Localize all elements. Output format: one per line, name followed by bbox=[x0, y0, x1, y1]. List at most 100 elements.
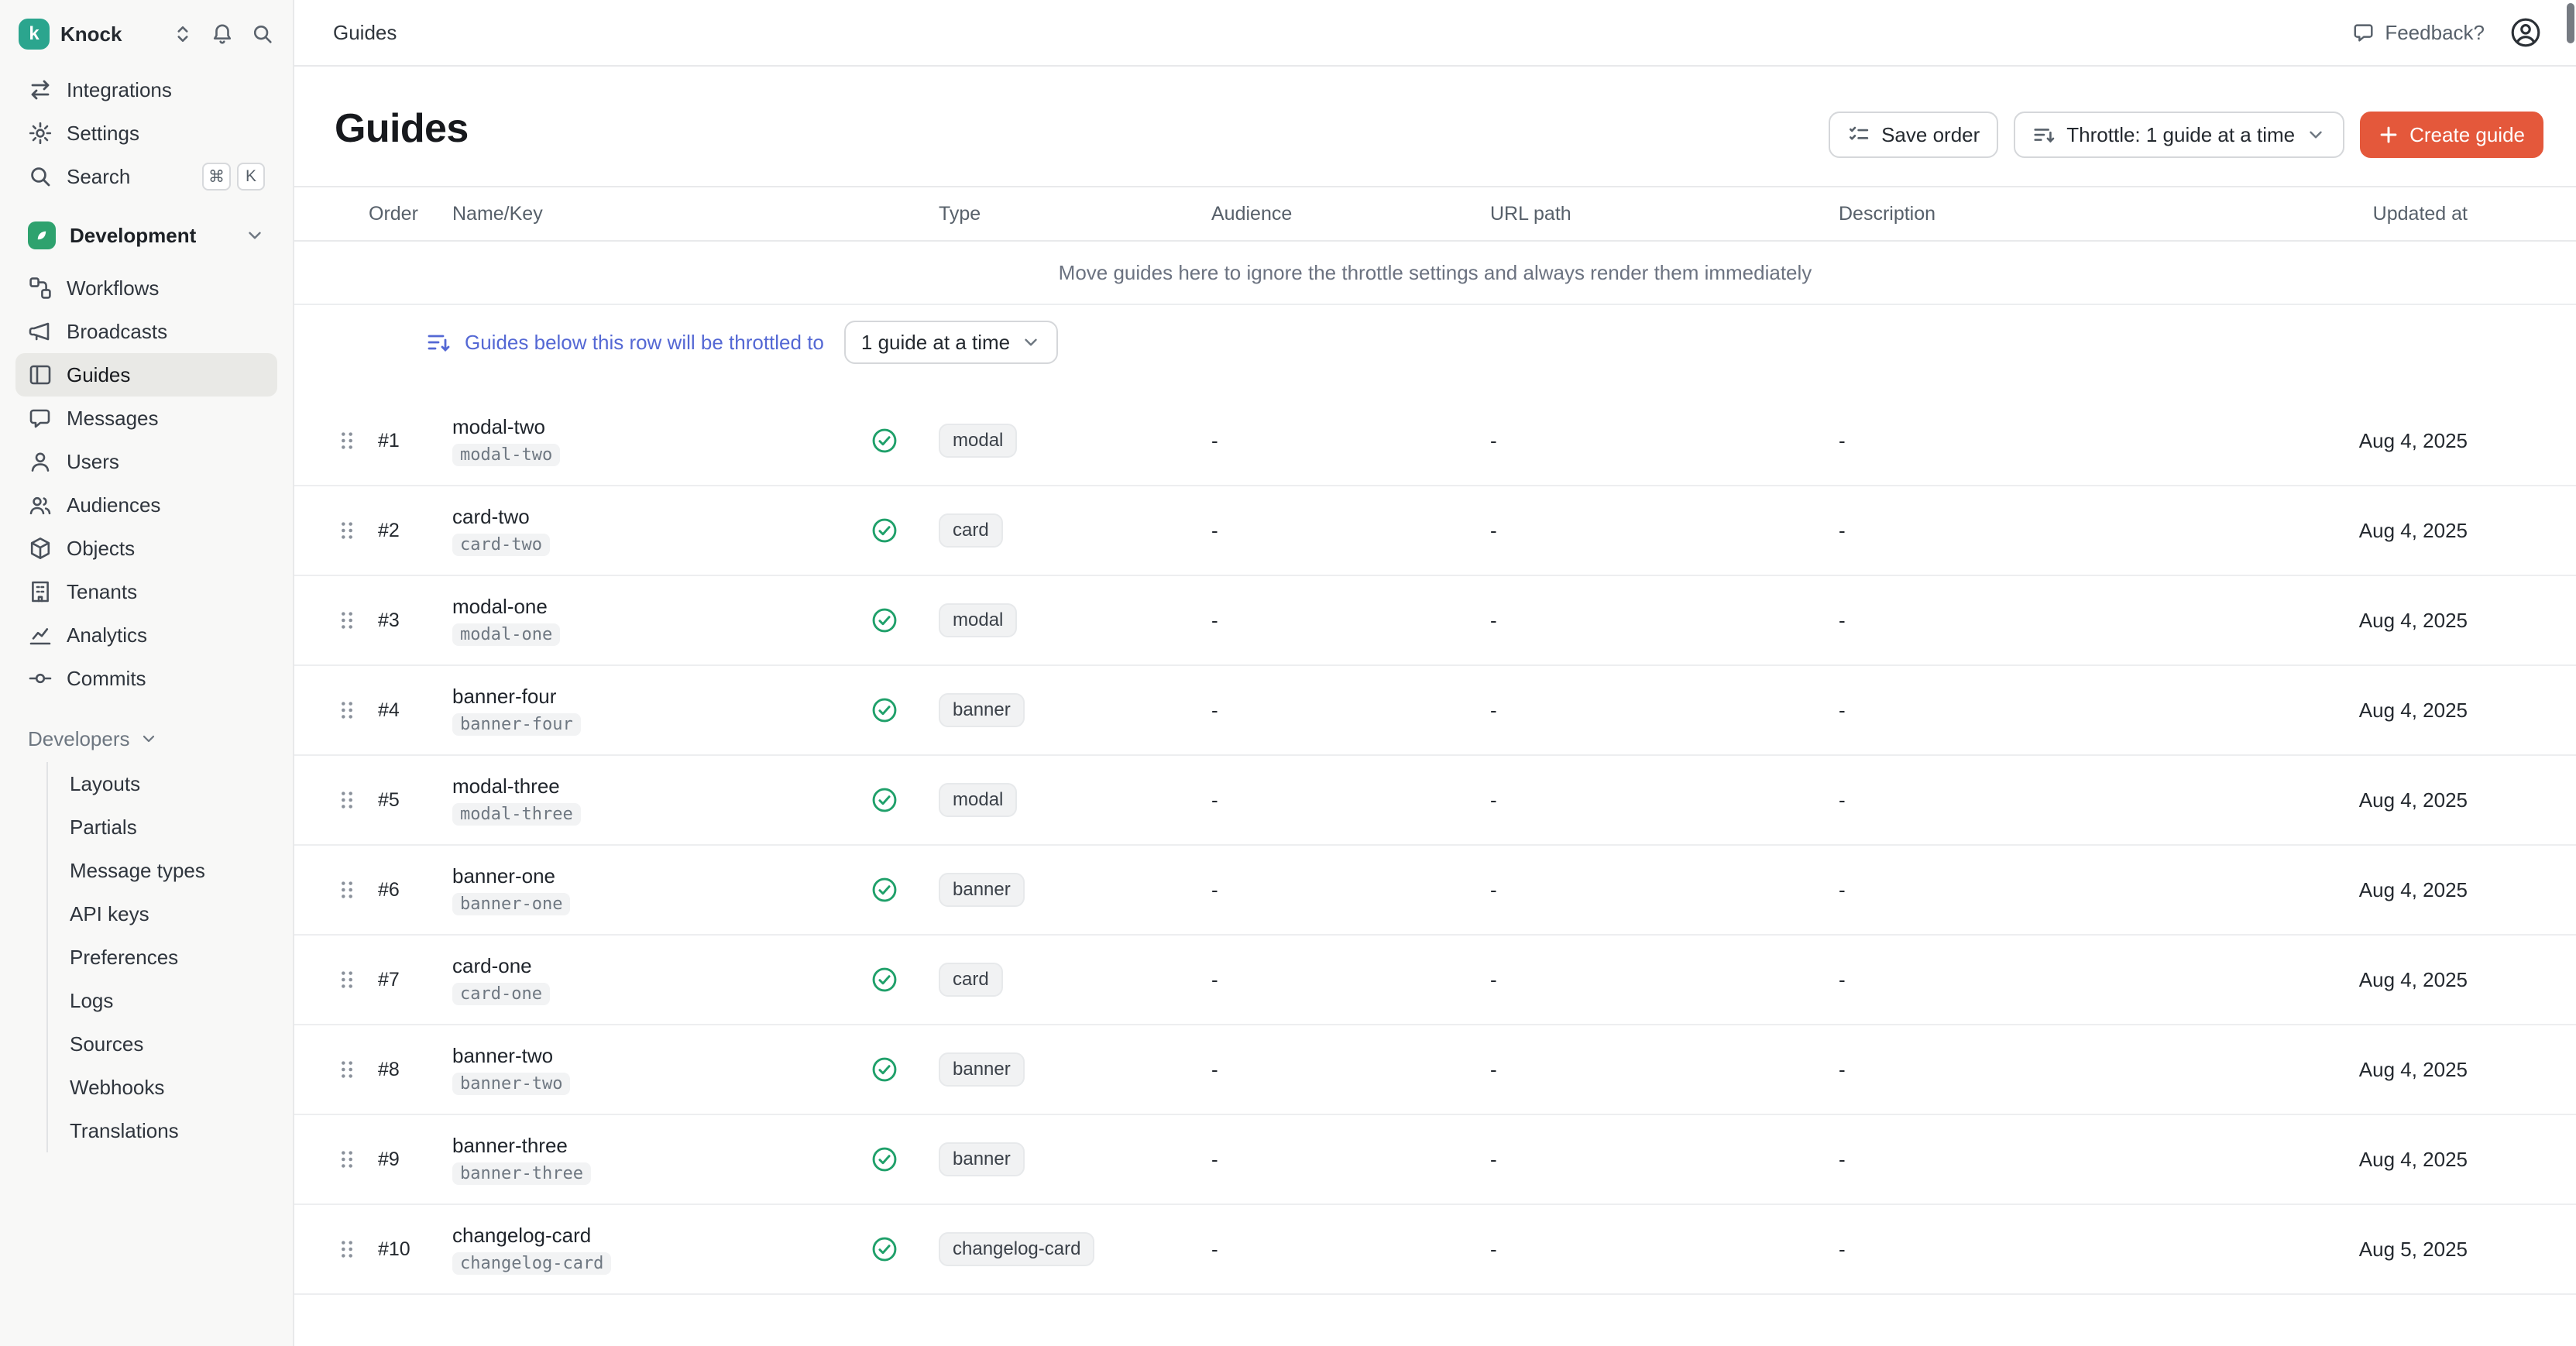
guide-key: card-two bbox=[452, 534, 550, 556]
table-row[interactable]: #9 banner-three banner-three banner - - bbox=[294, 1115, 2576, 1205]
throttle-divider-link[interactable]: Guides below this row will be throttled … bbox=[465, 331, 824, 355]
status-active-icon bbox=[852, 876, 917, 904]
sidebar-item-settings[interactable]: Settings bbox=[15, 112, 277, 155]
status-active-icon bbox=[852, 1056, 917, 1083]
drag-handle-icon[interactable] bbox=[325, 609, 369, 632]
table-row[interactable]: #7 card-one card-one card - - bbox=[294, 936, 2576, 1025]
column-header-name-key: Name/Key bbox=[437, 203, 852, 225]
sidebar-item-audiences[interactable]: Audiences bbox=[15, 483, 277, 527]
drag-handle-icon[interactable] bbox=[325, 1148, 369, 1171]
row-audience: - bbox=[1196, 429, 1475, 453]
drag-handle-icon[interactable] bbox=[325, 878, 369, 901]
table-row[interactable]: #8 banner-two banner-two banner - - bbox=[294, 1025, 2576, 1115]
drag-handle-icon[interactable] bbox=[325, 429, 369, 452]
sidebar-item-users[interactable]: Users bbox=[15, 440, 277, 483]
row-updated-at: Aug 4, 2025 bbox=[2319, 968, 2576, 992]
sidebar-subitem[interactable]: API keys bbox=[51, 892, 277, 936]
guide-name[interactable]: modal-one bbox=[452, 595, 548, 619]
sidebar-subitem[interactable]: Logs bbox=[51, 979, 277, 1022]
search-shortcut: ⌘ K bbox=[202, 163, 265, 191]
sidebar-subitem[interactable]: Translations bbox=[51, 1109, 277, 1152]
sidebar-item-guides[interactable]: Guides bbox=[15, 353, 277, 397]
feedback-button[interactable]: Feedback? bbox=[2352, 21, 2485, 45]
sidebar-item-tenants[interactable]: Tenants bbox=[15, 570, 277, 613]
building-icon bbox=[28, 579, 53, 604]
guide-key: banner-two bbox=[452, 1073, 570, 1095]
guide-name[interactable]: modal-three bbox=[452, 774, 560, 798]
create-guide-button[interactable]: Create guide bbox=[2360, 112, 2543, 158]
row-updated-at: Aug 4, 2025 bbox=[2319, 519, 2576, 543]
guide-key: modal-two bbox=[452, 444, 560, 466]
drag-handle-icon[interactable] bbox=[325, 699, 369, 722]
drag-handle-icon[interactable] bbox=[325, 519, 369, 542]
row-name-key: banner-one banner-one bbox=[437, 864, 852, 915]
guide-name[interactable]: banner-four bbox=[452, 685, 556, 709]
save-order-button[interactable]: Save order bbox=[1829, 112, 1998, 158]
sidebar-item-workflows[interactable]: Workflows bbox=[15, 266, 277, 310]
type-badge: changelog-card bbox=[939, 1232, 1094, 1266]
row-description: - bbox=[1823, 968, 2319, 992]
sidebar-subitem[interactable]: Preferences bbox=[51, 936, 277, 979]
user-avatar[interactable] bbox=[2509, 16, 2542, 49]
type-badge: card bbox=[939, 963, 1003, 997]
sidebar-item-integrations[interactable]: Integrations bbox=[15, 68, 277, 112]
row-description: - bbox=[1823, 429, 2319, 453]
row-name-key: banner-two banner-two bbox=[437, 1044, 852, 1095]
throttle-dropdown-button[interactable]: Throttle: 1 guide at a time bbox=[2014, 112, 2344, 158]
guide-name[interactable]: banner-three bbox=[452, 1134, 568, 1158]
row-description: - bbox=[1823, 519, 2319, 543]
table-row[interactable]: #2 card-two card-two card - - bbox=[294, 486, 2576, 576]
sidebar-item-label: Guides bbox=[67, 363, 130, 387]
guide-name[interactable]: card-two bbox=[452, 505, 530, 529]
sidebar-item-broadcasts[interactable]: Broadcasts bbox=[15, 310, 277, 353]
drag-handle-icon[interactable] bbox=[325, 1238, 369, 1261]
row-order: #6 bbox=[369, 879, 437, 901]
guide-name[interactable]: changelog-card bbox=[452, 1224, 591, 1248]
sidebar-subitem[interactable]: Sources bbox=[51, 1022, 277, 1066]
save-order-label: Save order bbox=[1881, 123, 1980, 147]
guide-name[interactable]: modal-two bbox=[452, 415, 545, 439]
table-row[interactable]: #10 changelog-card changelog-card change… bbox=[294, 1205, 2576, 1295]
cube-icon bbox=[28, 536, 53, 561]
row-updated-at: Aug 4, 2025 bbox=[2319, 1148, 2576, 1172]
workspace-icons bbox=[172, 22, 274, 46]
guide-name[interactable]: banner-one bbox=[452, 864, 555, 888]
sidebar-item-commits[interactable]: Commits bbox=[15, 657, 277, 700]
scrollbar-thumb[interactable] bbox=[2567, 3, 2574, 43]
search-icon[interactable] bbox=[251, 22, 274, 46]
chevron-down-icon bbox=[245, 225, 265, 246]
sidebar-item-objects[interactable]: Objects bbox=[15, 527, 277, 570]
table-row[interactable]: #4 banner-four banner-four banner - - bbox=[294, 666, 2576, 756]
sidebar-item-label: Workflows bbox=[67, 276, 159, 300]
drag-handle-icon[interactable] bbox=[325, 968, 369, 991]
sidebar-subitem[interactable]: Webhooks bbox=[51, 1066, 277, 1109]
environment-switcher[interactable]: Development bbox=[15, 211, 277, 260]
table-row[interactable]: #3 modal-one modal-one modal - - bbox=[294, 576, 2576, 666]
type-badge: modal bbox=[939, 424, 1017, 458]
row-url-path: - bbox=[1475, 429, 1823, 453]
row-type-cell: modal bbox=[917, 603, 1196, 637]
sidebar-subitem[interactable]: Message types bbox=[51, 849, 277, 892]
sidebar-item-search[interactable]: Search ⌘ K bbox=[15, 155, 277, 198]
table-row[interactable]: #5 modal-three modal-three modal - - bbox=[294, 756, 2576, 846]
throttle-ignore-dropzone[interactable]: Move guides here to ignore the throttle … bbox=[294, 242, 2576, 305]
sidebar-item-messages[interactable]: Messages bbox=[15, 397, 277, 440]
guide-name[interactable]: card-one bbox=[452, 954, 532, 978]
workspace-switcher-icon[interactable] bbox=[172, 23, 194, 45]
row-audience: - bbox=[1196, 699, 1475, 723]
drag-handle-icon[interactable] bbox=[325, 788, 369, 812]
notifications-bell-icon[interactable] bbox=[211, 22, 234, 46]
sidebar-env-nav: Workflows Broadcasts Guides Messages Use… bbox=[15, 266, 277, 700]
divider-throttle-dropdown[interactable]: 1 guide at a time bbox=[844, 321, 1058, 364]
sidebar-subitem[interactable]: Layouts bbox=[51, 762, 277, 805]
developers-section-toggle[interactable]: Developers bbox=[15, 716, 277, 762]
workspace-name: Knock bbox=[60, 22, 122, 46]
drag-handle-icon[interactable] bbox=[325, 1058, 369, 1081]
table-row[interactable]: #6 banner-one banner-one banner - - bbox=[294, 846, 2576, 936]
guide-name[interactable]: banner-two bbox=[452, 1044, 553, 1068]
table-row[interactable]: #1 modal-two modal-two modal - - bbox=[294, 397, 2576, 486]
sidebar-item-analytics[interactable]: Analytics bbox=[15, 613, 277, 657]
status-active-icon bbox=[852, 427, 917, 455]
sidebar-item-label: Broadcasts bbox=[67, 320, 167, 344]
sidebar-subitem[interactable]: Partials bbox=[51, 805, 277, 849]
